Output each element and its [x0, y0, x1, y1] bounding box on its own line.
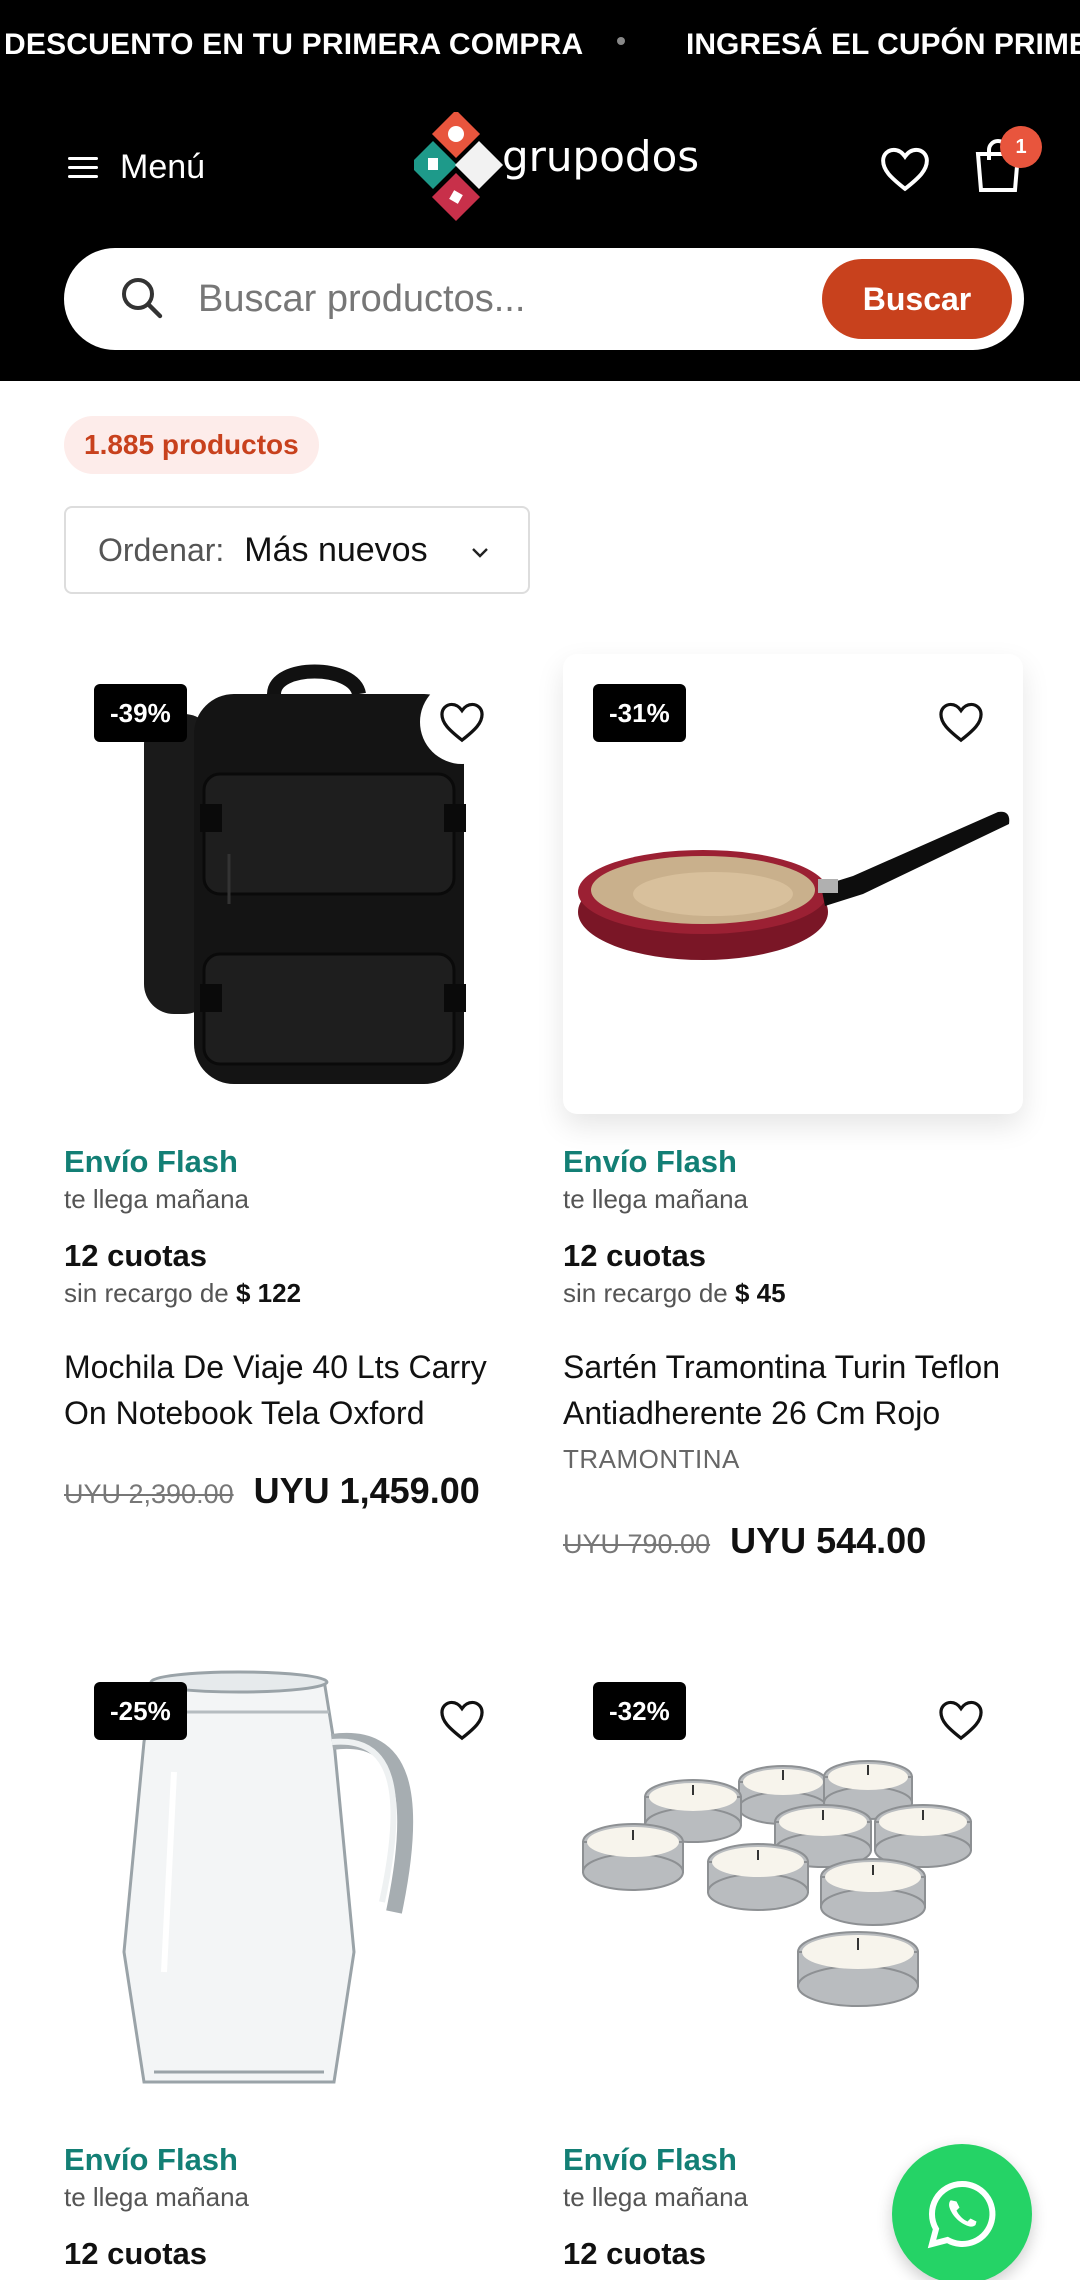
favorite-button[interactable] — [919, 680, 1003, 764]
hamburger-icon — [68, 156, 98, 179]
heart-icon — [939, 1700, 983, 1741]
product-image[interactable]: -32% — [563, 1652, 1023, 2112]
old-price: UYU 2,390.00 — [64, 1479, 234, 1509]
logo[interactable]: grupodos — [414, 112, 699, 230]
menu-button[interactable]: Menú — [68, 148, 205, 187]
announcement-message: DESCUENTO EN TU PRIMERA COMPRA — [4, 28, 584, 61]
installments-label: 12 cuotas — [64, 2236, 208, 2271]
old-price: UYU 790.00 — [563, 1529, 711, 1559]
installment-text: sin recargo de — [64, 1278, 229, 1308]
announcement-bar: DESCUENTO EN TU PRIMERA COMPRA INGRESÁ E… — [0, 0, 1080, 94]
heart-icon — [939, 702, 983, 743]
product-brand[interactable]: TRAMONTINA — [563, 1444, 740, 1475]
menu-label: Menú — [120, 148, 206, 186]
sort-label: Ordenar: — [98, 531, 225, 568]
logo-mark-icon — [414, 112, 504, 222]
shipping-label: Envío Flash — [563, 2142, 737, 2177]
announcement-separator — [617, 37, 625, 45]
installment-text: sin recargo de — [563, 1278, 728, 1308]
current-price: UYU 544.00 — [730, 1520, 927, 1561]
product-title[interactable]: Sartén Tramontina Turin Teflon Antiadher… — [563, 1344, 1033, 1436]
product-card[interactable]: -39% Envío Flash te llega mañana 12 cuot… — [64, 654, 524, 1554]
installments-label: 12 cuotas — [563, 1238, 707, 1273]
logo-text: grupodos — [502, 132, 700, 181]
discount-badge: -31% — [593, 684, 686, 742]
whatsapp-button[interactable] — [892, 2144, 1032, 2280]
product-card[interactable]: -31% Envío Flash te llega mañana 12 cuot… — [563, 654, 1023, 1604]
wishlist-heart-icon[interactable] — [880, 146, 930, 192]
search-bar: Buscar productos... Buscar — [64, 248, 1024, 350]
favorite-button[interactable] — [919, 1678, 1003, 1762]
product-image[interactable]: -31% — [563, 654, 1023, 1114]
discount-badge: -39% — [94, 684, 187, 742]
search-input[interactable]: Buscar productos... — [198, 278, 525, 321]
installment-amount: $ 45 — [735, 1278, 786, 1308]
announcement-message: INGRESÁ EL CUPÓN PRIMER — [686, 28, 1080, 61]
installment-detail: sin recargo de $ 122 — [64, 1278, 301, 1309]
search-icon — [122, 278, 163, 319]
favorite-button[interactable] — [420, 1678, 504, 1762]
shipping-note: te llega mañana — [64, 1184, 250, 1214]
sort-value: Más nuevos — [244, 530, 428, 569]
product-count-badge: 1.885 productos — [64, 416, 319, 474]
whatsapp-icon — [927, 2180, 996, 2249]
favorite-button[interactable] — [420, 680, 504, 764]
sort-dropdown[interactable]: Ordenar: Más nuevos — [64, 506, 530, 594]
installments-label: 12 cuotas — [563, 2236, 707, 2271]
discount-badge: -25% — [94, 1682, 187, 1740]
shipping-note: te llega mañana — [563, 2182, 749, 2212]
site-header: Menú grupodos 1 Buscar productos... Busc… — [0, 94, 1080, 381]
installments-label: 12 cuotas — [64, 1238, 208, 1273]
shipping-note: te llega mañana — [64, 2182, 250, 2212]
discount-badge: -32% — [593, 1682, 686, 1740]
heart-icon — [440, 1700, 484, 1741]
installment-amount: $ 122 — [236, 1278, 302, 1308]
search-button[interactable]: Buscar — [822, 259, 1012, 339]
product-card[interactable]: -25% Envío Flash te llega mañana 12 cuot… — [64, 1652, 524, 2280]
shipping-note: te llega mañana — [563, 1184, 749, 1214]
chevron-down-icon — [472, 548, 488, 558]
heart-icon — [440, 702, 484, 743]
product-image[interactable]: -39% — [64, 654, 524, 1114]
price-row: UYU 790.00 UYU 544.00 — [563, 1520, 926, 1562]
shipping-label: Envío Flash — [563, 1144, 737, 1179]
current-price: UYU 1,459.00 — [253, 1470, 480, 1511]
cart-count-badge: 1 — [1000, 126, 1042, 168]
product-image[interactable]: -25% — [64, 1652, 524, 2112]
price-row: UYU 2,390.00 UYU 1,459.00 — [64, 1470, 480, 1512]
installment-detail: sin recargo de $ 45 — [563, 1278, 786, 1309]
product-title[interactable]: Mochila De Viaje 40 Lts Carry On Noteboo… — [64, 1344, 534, 1436]
shipping-label: Envío Flash — [64, 1144, 238, 1179]
shipping-label: Envío Flash — [64, 2142, 238, 2177]
